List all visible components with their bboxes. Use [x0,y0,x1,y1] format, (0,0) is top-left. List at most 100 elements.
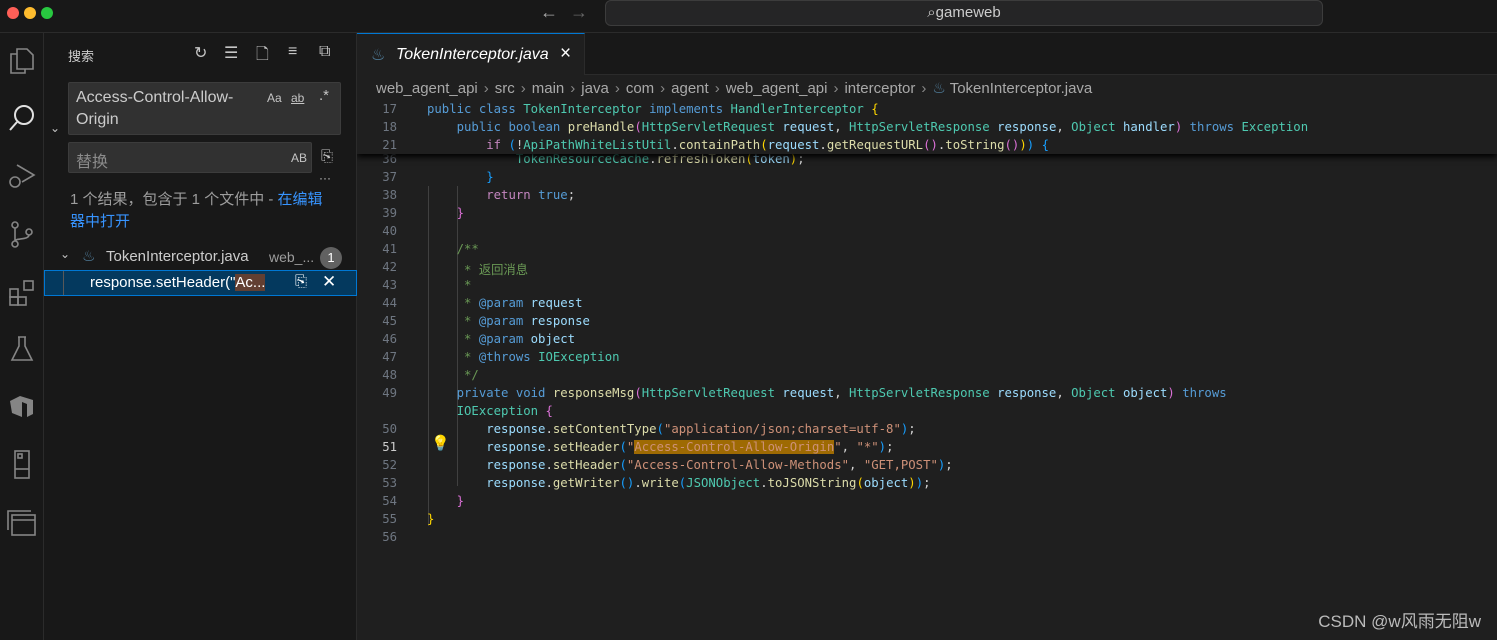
close-tab-icon[interactable]: × [560,43,571,65]
more-options-icon[interactable]: ··· [319,171,331,185]
code-token: response [530,314,590,328]
code-line: * @throws IOException [427,350,620,364]
code-token: request [767,138,820,152]
breadcrumb-item[interactable]: com [626,80,654,97]
code-token: @param [478,296,531,310]
code-token: /** [427,242,479,256]
breadcrumb-item[interactable]: agent [671,80,709,97]
clear-results-icon[interactable]: ☰ [224,43,238,63]
code-token: . [545,440,553,454]
minimize-window-button[interactable] [24,7,36,19]
breadcrumb-item[interactable]: src [495,80,515,97]
replace-all-icon[interactable]: ⎘ [321,148,333,165]
toggle-replace-chevron-icon[interactable]: ⌄ [50,121,60,135]
code-token: public class [427,102,524,116]
explorer-icon[interactable] [0,41,44,81]
code-token: "Access-Control-Allow-Methods" [626,458,850,472]
code-token: true [538,188,568,202]
replace-placeholder: 替换 [76,154,109,171]
lightbulb-icon[interactable]: 💡 [431,434,450,452]
close-window-button[interactable] [7,7,19,19]
code-token: private void [456,386,553,400]
whole-word-toggle[interactable]: ab [291,91,304,105]
code-token: getRequestURL [826,138,924,152]
line-number: 44 [382,296,397,310]
line-number: 51 [382,440,397,454]
remote-window-icon[interactable] [0,502,44,542]
line-number: 21 [382,138,397,152]
code-token: * [427,350,479,364]
source-control-icon[interactable] [0,214,44,254]
forward-arrow-icon[interactable]: → [570,2,588,23]
extensions-icon[interactable] [0,272,44,312]
watermark: CSDN @w风雨无阻w [1318,612,1481,631]
code-token: public boolean [456,120,568,134]
line-number: 40 [382,224,397,238]
code-token: response [486,476,546,490]
breadcrumb-item[interactable]: TokenInterceptor.java [950,80,1093,97]
code-token: IOException [538,350,620,364]
line-number: 17 [382,102,397,116]
search-input-value-wrap: Origin [76,111,119,128]
testing-icon[interactable] [0,329,44,369]
code-token: "application/json;charset=utf-8" [663,422,901,436]
sticky-scroll-header: 17 public class TokenInterceptor implemen… [357,100,1497,154]
code-line: } [427,170,493,184]
maximize-window-button[interactable] [41,7,53,19]
java-file-icon: ♨ [82,248,96,265]
package-icon[interactable] [0,386,44,426]
regex-toggle[interactable]: .* [319,87,329,104]
breadcrumb-item[interactable]: java [581,80,609,97]
command-center-search[interactable]: ⌕gameweb [605,0,1323,26]
code-area[interactable]: 17 public class TokenInterceptor implemen… [357,100,1497,640]
code-line: response.setContentType("application/jso… [427,422,915,436]
code-token: ( [634,120,642,134]
match-case-toggle[interactable]: Aa [267,91,282,105]
line-number: 18 [382,120,397,134]
code-token: throws [1182,120,1242,134]
collapse-all-icon[interactable]: ⧉ [319,43,330,61]
code-line: IOException { [427,404,553,418]
code-token: { [545,404,553,418]
code-token: "GET,POST" [863,458,938,472]
chevron-down-icon[interactable]: ⌄ [60,247,70,261]
code-token: containPath [678,138,761,152]
replace-input[interactable]: 替换 AB [68,142,312,173]
tab-tokeninterceptor[interactable]: ♨ TokenInterceptor.java × [357,33,585,75]
code-line: /** [427,242,479,256]
view-as-list-icon[interactable]: ≡ [288,43,297,61]
search-input[interactable]: Access-Control-Allow- Origin Aa ab .* [68,82,341,135]
result-file-row[interactable]: ⌄ ♨ TokenInterceptor.java web_... 1 [44,246,357,270]
search-icon[interactable] [0,98,44,138]
replace-icon[interactable]: ⎘ [295,273,307,290]
dismiss-icon[interactable]: ✕ [322,272,336,292]
code-token: ( [656,422,664,436]
breadcrumb-item[interactable]: web_agent_api [726,80,828,97]
code-token: ( [856,476,864,490]
database-icon[interactable] [0,444,44,484]
code-token: HttpServletRequest [641,386,783,400]
breadcrumb-item[interactable]: main [532,80,565,97]
run-debug-icon[interactable] [0,156,44,196]
title-bar: ← → ⌕gameweb [0,0,1497,33]
code-token: response [486,440,546,454]
line-number: 49 [382,386,397,400]
result-match-row[interactable]: response.setHeader("Ac... ⎘ ✕ [44,270,357,296]
new-search-editor-icon[interactable]: 🗋 [256,43,269,70]
breadcrumb-item[interactable]: interceptor [844,80,915,97]
refresh-icon[interactable]: ↻ [194,43,207,63]
code-token: ) [878,440,887,454]
line-number: 39 [382,206,397,220]
tab-bar: ♨ TokenInterceptor.java × [357,33,1497,75]
preserve-case-toggle[interactable]: AB [291,151,307,165]
code-line: * [427,278,471,292]
result-summary: 1 个结果，包含于 1 个文件中 - 在编辑器中打开 [70,189,330,233]
code-token: Access-Control-Allow-Origin [634,440,835,454]
code-token: getWriter [552,476,620,490]
sidebar-title: 搜索 [68,49,95,64]
breadcrumb-item[interactable]: web_agent_api [376,80,478,97]
back-arrow-icon[interactable]: ← [540,2,558,23]
code-token: object [863,476,909,490]
